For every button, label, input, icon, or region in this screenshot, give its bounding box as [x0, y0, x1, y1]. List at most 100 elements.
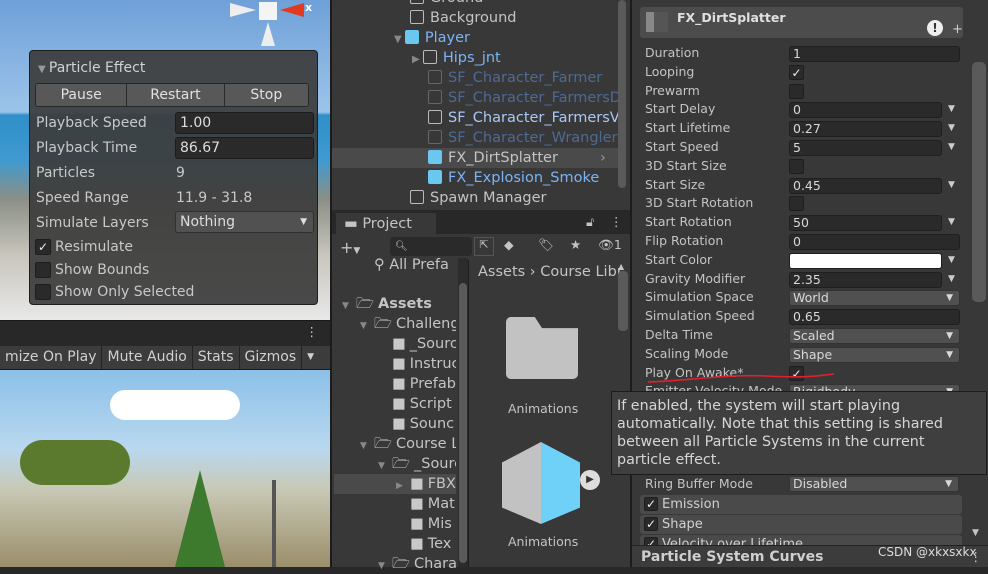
foldout-arrow-icon[interactable]: ▼: [360, 436, 374, 454]
asset-label[interactable]: Animations: [508, 401, 578, 416]
3d-start-size-checkbox[interactable]: [789, 158, 804, 174]
simulation-speed-field[interactable]: 0.65: [789, 309, 960, 326]
tab-project[interactable]: ▬ Project: [336, 213, 436, 235]
project-tree-item[interactable]: ■ Tex: [396, 534, 456, 554]
start-rotation-field[interactable]: 50: [789, 215, 942, 232]
overlay-title[interactable]: ▼ Particle Effect: [38, 60, 145, 76]
favorites-star-icon[interactable]: ★: [570, 237, 581, 252]
gizmo-center-cube-icon[interactable]: [259, 2, 277, 20]
foldout-arrow-icon[interactable]: ▶: [396, 476, 410, 494]
hierarchy-item[interactable]: ▶ Hips_jnt: [412, 48, 501, 68]
simulation-space-dropdown[interactable]: World ▼: [789, 290, 960, 307]
project-tree-item[interactable]: ▼ 🗁︎ Assets: [342, 294, 456, 314]
simulate-layers-dropdown[interactable]: Nothing ▼: [175, 211, 314, 233]
more-menu-icon[interactable]: ⋮: [610, 214, 623, 229]
gizmos-button[interactable]: Gizmos: [240, 346, 303, 369]
project-tree-item[interactable]: ■ Prefab: [378, 374, 456, 394]
gizmo-y-cone-icon[interactable]: [261, 22, 275, 46]
project-tree-item[interactable]: ■ Sounc: [378, 414, 456, 434]
search-input[interactable]: 🔍︎: [390, 237, 472, 256]
pause-button[interactable]: Pause: [36, 84, 128, 106]
stop-button[interactable]: Stop: [224, 84, 308, 106]
add-icon[interactable]: +: [952, 22, 963, 37]
start-size-field[interactable]: 0.45: [789, 177, 942, 194]
hierarchy-item[interactable]: FX_DirtSplatter ›: [332, 148, 626, 168]
delta-time-dropdown[interactable]: Scaled ▼: [789, 328, 960, 344]
curve-mode-dropdown-icon[interactable]: ▼: [948, 274, 955, 284]
start-lifetime-field[interactable]: 0.27: [789, 121, 942, 138]
hierarchy-item[interactable]: Background: [410, 8, 517, 28]
project-tree-item[interactable]: ▼ 🗁︎ Challeng: [360, 314, 456, 334]
project-tree-item[interactable]: ■ Instruc: [378, 354, 456, 374]
more-menu-icon[interactable]: ⋮: [306, 324, 319, 339]
foldout-arrow-icon[interactable]: ▼: [342, 296, 356, 314]
looping-checkbox[interactable]: ✓: [789, 64, 804, 80]
mute-audio-button[interactable]: Mute Audio: [102, 346, 193, 369]
breadcrumb-assets[interactable]: Assets: [478, 264, 525, 280]
gizmos-dropdown-icon[interactable]: ▼: [302, 346, 319, 369]
filter-by-type-icon[interactable]: ◆: [504, 237, 514, 252]
all-prefabs-item[interactable]: ⚲ All Prefa: [374, 257, 449, 273]
show-only-selected-checkbox[interactable]: [35, 284, 51, 300]
project-tree-item[interactable]: ▼ 🗁︎ Chara: [378, 554, 456, 574]
scaling-mode-dropdown[interactable]: Shape ▼: [789, 346, 960, 363]
hierarchy-item[interactable]: Spawn Manager: [410, 188, 547, 208]
hierarchy-item[interactable]: FX_Explosion_Smoke›: [428, 168, 702, 188]
maximize-on-play-button[interactable]: mize On Play: [0, 346, 103, 369]
project-tree-item[interactable]: ▶ ■ FBX: [334, 474, 456, 494]
gravity-modifier-field[interactable]: 2.35: [789, 271, 942, 288]
hierarchy-item[interactable]: SF_Character_Farmer: [428, 68, 602, 88]
create-button[interactable]: +▼: [340, 238, 360, 257]
hierarchy-item[interactable]: SF_Character_FarmersV: [428, 108, 620, 128]
warning-icon[interactable]: !: [927, 20, 943, 36]
foldout-arrow-icon[interactable]: ▼: [378, 556, 392, 574]
ring-buffer-dropdown[interactable]: Disabled ▼: [789, 476, 959, 492]
project-tree-item[interactable]: ▼🗁︎_Sourc: [378, 454, 456, 474]
foldout-arrow-icon[interactable]: ▼: [378, 456, 392, 474]
hierarchy-item[interactable]: SF_Character_Wrangler: [428, 128, 617, 148]
curve-mode-dropdown-icon[interactable]: ▼: [948, 255, 955, 265]
curve-mode-dropdown-icon[interactable]: ▼: [948, 142, 955, 152]
hierarchy-scrollbar[interactable]: [618, 0, 626, 188]
show-bounds-checkbox[interactable]: [35, 262, 51, 278]
asset-label[interactable]: Animations: [508, 534, 578, 549]
hierarchy-item[interactable]: ▼ Player›: [394, 28, 684, 48]
duration-field[interactable]: 1: [789, 46, 960, 62]
scene-view[interactable]: x ▼ Particle Effect Pause Restart Stop P…: [0, 0, 330, 320]
project-tree-item[interactable]: ■ Mat: [396, 494, 456, 514]
prewarm-checkbox[interactable]: [789, 83, 804, 99]
3d-start-rotation-checkbox[interactable]: [789, 196, 804, 212]
tree-scrollbar[interactable]: [458, 258, 468, 567]
resimulate-checkbox[interactable]: ✓: [35, 239, 51, 255]
hidden-packages-icon[interactable]: 👁︎1: [598, 237, 622, 253]
module-header[interactable]: ✓ Shape: [640, 515, 962, 534]
stats-button[interactable]: Stats: [193, 346, 240, 369]
playback-speed-field[interactable]: 1.00: [175, 112, 314, 134]
curve-mode-dropdown-icon[interactable]: ▼: [948, 123, 955, 133]
module-header[interactable]: ✓ Emission: [640, 495, 962, 514]
foldout-arrow-icon[interactable]: ▶: [412, 54, 423, 65]
play-preview-icon[interactable]: ▶: [580, 470, 600, 490]
project-tree-item[interactable]: ■ Script: [378, 394, 456, 414]
restart-button[interactable]: Restart: [127, 84, 225, 106]
flip-rotation-field[interactable]: 0: [789, 234, 960, 250]
breadcrumb-course-library[interactable]: Course Libr: [540, 264, 623, 280]
module-enable-checkbox[interactable]: ✓: [644, 517, 658, 531]
foldout-arrow-icon[interactable]: ▼: [394, 34, 405, 45]
gizmo-x-cone-icon[interactable]: [280, 3, 304, 17]
playback-time-field[interactable]: 86.67: [175, 137, 314, 159]
foldout-arrow-icon[interactable]: ▼: [360, 316, 374, 334]
hierarchy-item[interactable]: Ground: [410, 0, 483, 8]
curve-mode-dropdown-icon[interactable]: ▼: [948, 217, 955, 227]
module-enable-checkbox[interactable]: ✓: [644, 497, 658, 511]
project-tree-item[interactable]: ▼ 🗁︎ Course L: [360, 434, 456, 454]
prefab-icon[interactable]: [502, 442, 580, 524]
start-color-field[interactable]: [789, 252, 942, 269]
chevron-right-icon[interactable]: ›: [600, 148, 606, 168]
start-speed-field[interactable]: 5: [789, 140, 942, 156]
lock-icon[interactable]: 🔓︎: [586, 214, 594, 230]
project-tree-item[interactable]: ■ _Sourc: [378, 334, 456, 354]
gizmo-neg-x-cone-icon[interactable]: [230, 3, 256, 17]
project-tree-item[interactable]: ■ Mis: [396, 514, 456, 534]
folder-icon[interactable]: [506, 317, 578, 379]
